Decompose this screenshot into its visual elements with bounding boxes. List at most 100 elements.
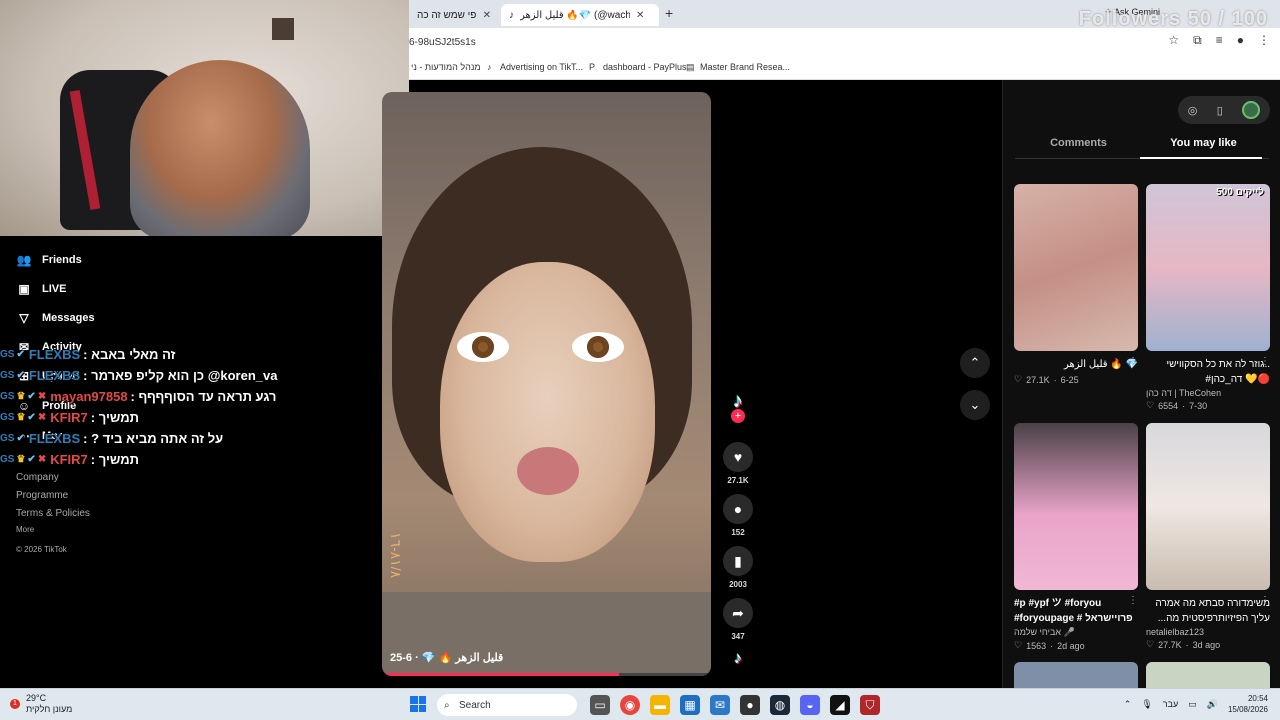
taskbar-search[interactable]: ⌕ Search xyxy=(437,694,577,716)
previous-video-button[interactable]: ⌃ xyxy=(960,348,990,378)
live-icon: ▣ xyxy=(18,282,30,296)
footer-link-terms[interactable]: Terms & Policies xyxy=(16,508,90,519)
footer-link-company[interactable]: Company xyxy=(16,472,59,483)
more-options-icon[interactable]: ⋮ xyxy=(1260,356,1270,367)
video-caption[interactable]: قليل الزهر 🔥 💎 · 6-25 xyxy=(390,651,503,664)
weather-widget[interactable]: 1 29°C מעונן חלקית xyxy=(10,693,72,715)
screen: משקפי שמש זה כה ✕ ♪ قليل الزهر 🔥💎 (@wach… xyxy=(0,0,1280,720)
microphone-icon[interactable]: 🎙 xyxy=(1141,699,1152,710)
sidebar-item-messages[interactable]: ▽ Messages xyxy=(16,310,95,326)
share-button[interactable]: ➦ 347 xyxy=(722,598,754,641)
sidebar-item-live[interactable]: ▣ LIVE xyxy=(16,281,66,297)
sidebar-item-friends[interactable]: 👥 Friends xyxy=(16,252,82,268)
recommended-video-card[interactable]: משימדורה סבתא מה אמרה ...עליך הפיזיותרפי… xyxy=(1146,423,1270,650)
save-button[interactable]: ▮ 2003 xyxy=(722,546,754,589)
clock-time: 20:54 xyxy=(1247,694,1268,703)
card-title: #p #ypf ツ #foryou xyxy=(1014,598,1102,609)
footer-more-link[interactable]: More xyxy=(16,525,34,534)
store-icon[interactable]: ▦ xyxy=(680,695,700,715)
network-icon[interactable]: ▭ xyxy=(1188,699,1197,710)
comment-button[interactable]: ● 152 xyxy=(722,494,754,537)
like-button[interactable]: ♥ 27.1K xyxy=(722,442,754,485)
video-thumbnail[interactable] xyxy=(1146,662,1270,688)
comment-icon: ● xyxy=(723,494,753,524)
heart-icon: ♡ xyxy=(1146,400,1155,410)
next-video-button[interactable]: ⌄ xyxy=(960,390,990,420)
profile-icon[interactable]: ● xyxy=(1237,33,1244,48)
task-view-icon[interactable]: ▭ xyxy=(590,695,610,715)
card-likes: 1563 xyxy=(1026,640,1047,651)
video-thumbnail[interactable] xyxy=(1014,184,1138,351)
more-options-icon[interactable]: ⋮ xyxy=(1260,595,1270,606)
clock[interactable]: 20:54 15/08/2026 xyxy=(1228,693,1268,715)
document-bookmark-icon: ▤ xyxy=(686,62,695,72)
media-icon[interactable]: ≡ xyxy=(1216,33,1223,48)
discord-icon[interactable]: ◒ xyxy=(800,695,820,715)
address-bar[interactable]: 6-98uSJ2t5s1s ☆ ⧉ ≡ ● ⋮ xyxy=(409,28,1280,55)
chevron-up-icon[interactable]: ⌃ xyxy=(1124,699,1132,710)
video-thumbnail[interactable] xyxy=(1146,423,1270,590)
extensions-icon[interactable]: ⧉ xyxy=(1193,33,1202,48)
bookmark-item[interactable]: מנהל המודעות - ני xyxy=(411,62,481,72)
tab-you-may-like[interactable]: You may like xyxy=(1140,137,1267,149)
outlook-icon[interactable]: ✉ xyxy=(710,695,730,715)
card-meta: ♡ 1563 · 2d ago xyxy=(1014,640,1085,651)
shield-icon[interactable]: ⛉ xyxy=(860,695,880,715)
heart-icon: ♡ xyxy=(1014,640,1023,650)
browser-tab-inactive[interactable]: משקפי שמש זה כה ✕ xyxy=(409,4,499,26)
browser-tab-active[interactable]: ♪ قليل الزهر 🔥💎 (@wache) ✕ xyxy=(501,4,659,26)
clock-date: 15/08/2026 xyxy=(1227,705,1268,714)
card-date: 6-25 xyxy=(1060,374,1079,385)
sound-button[interactable]: ♪ xyxy=(722,650,754,668)
card-author: דה כהן | TheCohen xyxy=(1146,388,1222,398)
file-explorer-icon[interactable]: ▬ xyxy=(650,695,670,715)
url-text[interactable]: 6-98uSJ2t5s1s xyxy=(409,37,476,48)
more-options-icon[interactable]: ⋮ xyxy=(1128,595,1138,606)
bookmark-item[interactable]: dashboard - PayPlus xyxy=(603,62,687,72)
recommended-video-card[interactable]: #p #ypf ツ #foryou #foryoupage # פרויישרא… xyxy=(1014,423,1138,651)
bookmark-star-icon[interactable]: ☆ xyxy=(1168,33,1179,48)
address-bar-icons: ☆ ⧉ ≡ ● ⋮ xyxy=(1168,33,1270,48)
taskbar-apps: ▭ ◉ ▬ ▦ ✉ ● ◍ ◒ ◢ ⛉ xyxy=(590,695,880,715)
recommended-video-card[interactable]: قليل الزهر 🔥 💎 ♡ 27.1K · 6-25 ⋮ xyxy=(1014,184,1138,385)
steam-icon[interactable]: ◍ xyxy=(770,695,790,715)
card-meta: ♡ 27.1K · 6-25 xyxy=(1014,374,1079,385)
creator-avatar[interactable]: ♪ + xyxy=(722,390,754,423)
start-button[interactable] xyxy=(410,696,426,712)
card-meta: ♡ 6554 · 7-30 xyxy=(1146,400,1208,411)
chat-message: GS ♛ ✔ ✖ KFIR7: תמשיך xyxy=(0,452,139,467)
share-count: 347 xyxy=(731,632,745,641)
bookmark-item[interactable]: Advertising on TikT... xyxy=(500,62,583,72)
phone-icon[interactable]: ▯ xyxy=(1217,104,1223,117)
chat-badges: GS ✔ xyxy=(0,433,25,444)
footer-link-programme[interactable]: Programme xyxy=(16,490,68,501)
app-icon[interactable]: ● xyxy=(740,695,760,715)
video-progress-bar[interactable] xyxy=(382,673,711,676)
avatar[interactable] xyxy=(1242,101,1261,119)
video-thumbnail[interactable] xyxy=(1014,423,1138,590)
video-thumbnail[interactable]: 500 לייקים xyxy=(1146,184,1270,351)
bookmark-item[interactable]: Master Brand Resea... xyxy=(700,62,790,72)
tab-close-icon[interactable]: ✕ xyxy=(636,10,644,21)
compass-icon[interactable]: ◎ xyxy=(1188,104,1198,117)
weather-temperature: 29°C xyxy=(26,693,47,703)
tab-comments[interactable]: Comments xyxy=(1015,137,1142,149)
sidebar-item-label: Messages xyxy=(42,312,95,324)
more-options-icon[interactable]: ⋮ xyxy=(1128,356,1138,367)
video-thumbnail[interactable] xyxy=(1014,662,1138,688)
tab-close-icon[interactable]: ✕ xyxy=(483,10,491,21)
like-count: 27.1K xyxy=(727,476,749,485)
menu-icon[interactable]: ⋮ xyxy=(1258,33,1270,48)
new-tab-icon[interactable]: + xyxy=(665,5,673,21)
card-title: قليل الزهر 🔥 💎 xyxy=(1063,359,1138,370)
volume-icon[interactable]: 🔊 xyxy=(1207,699,1218,710)
chevron-down-icon: ⌄ xyxy=(969,397,981,412)
recommended-video-card[interactable]: 500 לייקים גוזר לה את כל הסקווישי.. #דה_… xyxy=(1146,184,1270,411)
search-icon: ⌕ xyxy=(444,699,450,711)
video-player[interactable]: ٨١/٨-١٦ قليل الزهر 🔥 💎 · 6-25 xyxy=(382,92,711,676)
language-indicator[interactable]: עבר xyxy=(1163,699,1178,709)
capcut-icon[interactable]: ◢ xyxy=(830,695,850,715)
chrome-icon[interactable]: ◉ xyxy=(620,695,640,715)
webcam-overlay xyxy=(0,0,409,236)
share-icon: ➦ xyxy=(723,598,753,628)
